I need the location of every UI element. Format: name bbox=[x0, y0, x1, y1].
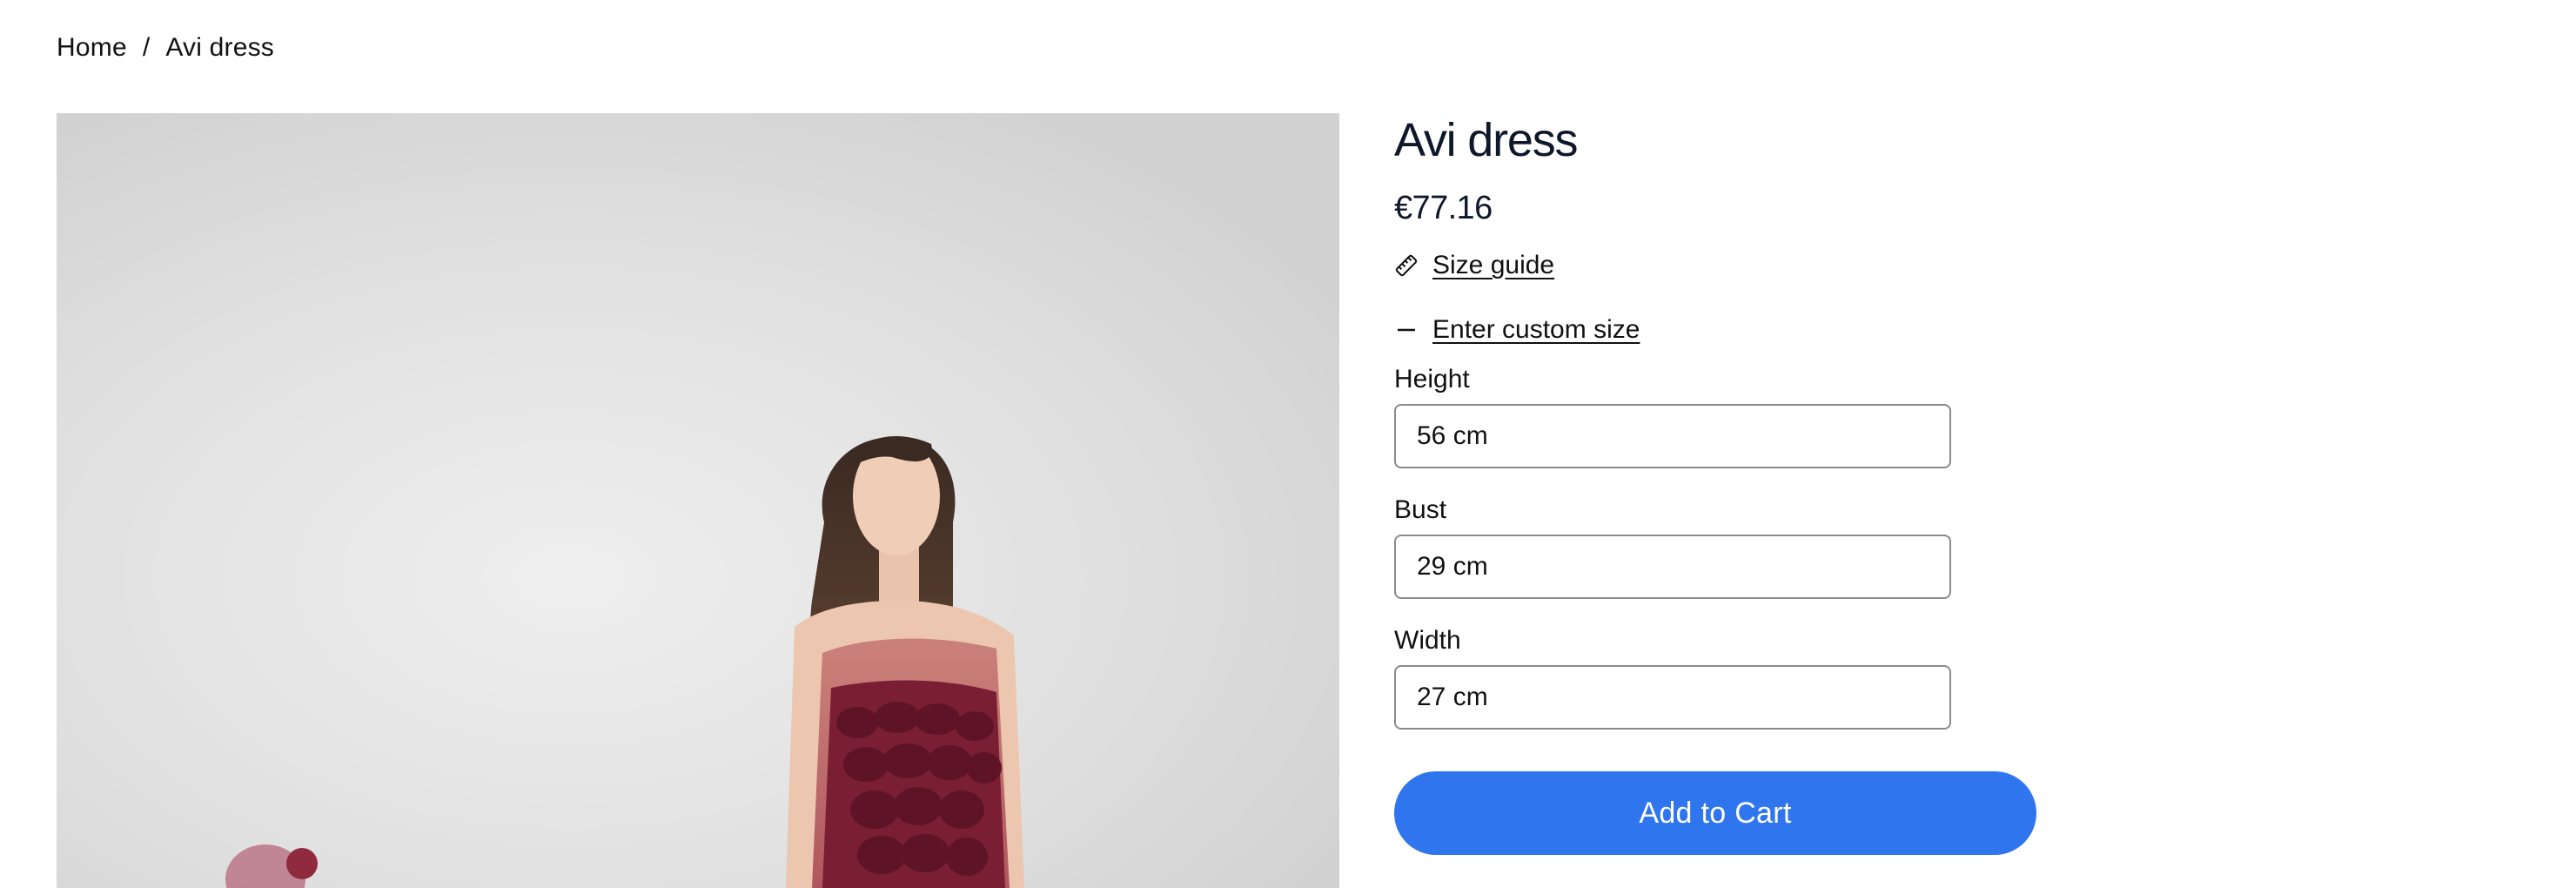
breadcrumb-current: Avi dress bbox=[165, 33, 275, 62]
size-guide-link[interactable]: Size guide bbox=[1394, 251, 2090, 280]
custom-size-label: Enter custom size bbox=[1432, 315, 1640, 344]
product-title: Avi dress bbox=[1394, 114, 1578, 166]
height-label: Height bbox=[1394, 365, 1470, 394]
size-guide-label: Size guide bbox=[1432, 251, 1555, 279]
custom-size-toggle[interactable]: Enter custom size bbox=[1394, 315, 2090, 345]
product-info: Avi dress €77.16 Size guide Enter custom… bbox=[1394, 111, 2090, 855]
minus-icon bbox=[1394, 318, 1419, 342]
breadcrumb: Home / Avi dress bbox=[57, 33, 274, 63]
breadcrumb-separator: / bbox=[142, 33, 151, 62]
product-price: €77.16 bbox=[1394, 190, 1493, 226]
product-page: Home / Avi dress Avi dress €77.16 Size g… bbox=[0, 0, 2576, 888]
product-photo-illustration bbox=[57, 113, 1339, 888]
bust-label: Bust bbox=[1394, 495, 1447, 524]
breadcrumb-home-link[interactable]: Home bbox=[57, 33, 127, 63]
product-image[interactable] bbox=[57, 113, 1339, 888]
width-label: Width bbox=[1394, 626, 1461, 655]
add-to-cart-button[interactable]: Add to Cart bbox=[1394, 771, 2036, 855]
height-input[interactable] bbox=[1394, 404, 1951, 468]
bust-input[interactable] bbox=[1394, 535, 1951, 599]
width-input[interactable] bbox=[1394, 665, 1951, 730]
ruler-icon bbox=[1394, 253, 1419, 278]
